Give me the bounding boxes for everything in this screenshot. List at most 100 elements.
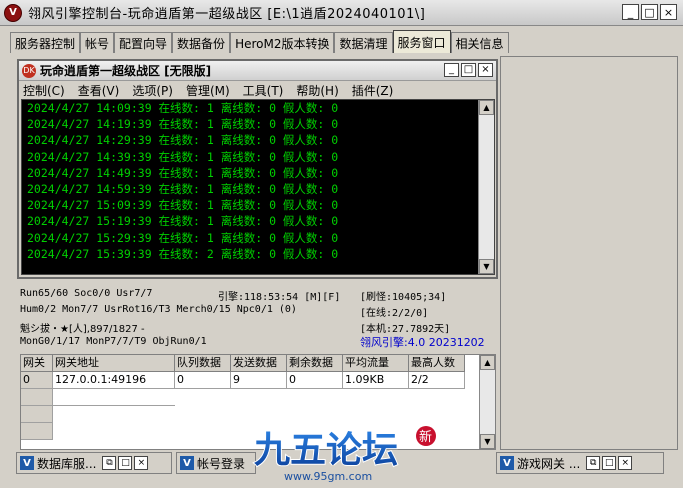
watermark-url: www.95gm.com <box>284 470 372 483</box>
status-mon: MonG0/1/17 MonP7/7/T9 ObjRun0/1 <box>20 336 207 347</box>
tab-config-wizard[interactable]: 配置向导 <box>114 32 173 53</box>
game-server-window: DK 玩命逍盾第一超级战区 [无限版] _ □ × 控制(C) 查看(V) 选项… <box>17 59 498 279</box>
right-panel <box>500 56 678 450</box>
game-server-title-bar: DK 玩命逍盾第一超级战区 [无限版] _ □ × <box>19 61 496 81</box>
watermark-title: 九五论坛 <box>254 430 398 471</box>
tab-herom2-convert[interactable]: HeroM2版本转换 <box>230 32 335 53</box>
status-refresh-monsters: [刷怪:10405;34] <box>360 292 447 303</box>
minimize-button[interactable]: _ <box>622 4 639 20</box>
log-line: 2024/4/27 14:39:39 在线数: 1 离线数: 0 假人数: 0 <box>27 149 339 164</box>
table-cell: 127.0.0.1:49196 <box>53 372 175 389</box>
column-header[interactable]: 发送数据 <box>231 355 287 372</box>
scroll-down-arrow-icon[interactable]: ▼ <box>480 434 495 449</box>
game-server-title: 玩命逍盾第一超级战区 [无限版] <box>40 64 212 78</box>
menu-help[interactable]: 帮助(H) <box>296 82 338 99</box>
table-cell <box>53 389 175 406</box>
table-cell <box>21 389 53 406</box>
docked-window-label: 帐号登录 <box>197 456 246 471</box>
log-line: 2024/4/27 14:49:39 在线数: 1 离线数: 0 假人数: 0 <box>27 165 339 180</box>
restore-button[interactable]: ⧉ <box>102 456 117 470</box>
table-cell: 0 <box>21 372 53 389</box>
docked-window-label: 游戏网关 ... <box>517 456 581 471</box>
tab-bar: 服务器控制 帐号 配置向导 数据备份 HeroM2版本转换 数据清理 服务窗口 … <box>10 30 509 53</box>
console-scrollbar[interactable]: ▲ ▼ <box>478 100 494 274</box>
table-cell: 0 <box>175 372 231 389</box>
app-logo-icon: V <box>4 3 22 22</box>
main-title-bar: V 翎风引擎控制台-玩命逍盾第一超级战区 [E:\1逍盾2024040101\]… <box>0 0 683 26</box>
maximize-button[interactable]: □ <box>118 456 133 470</box>
log-line: 2024/4/27 14:59:39 在线数: 1 离线数: 0 假人数: 0 <box>27 182 339 197</box>
status-run: Run65/60 Soc0/0 Usr7/7 <box>20 288 153 299</box>
v-logo-icon: V <box>20 456 34 470</box>
table-cell: 1.09KB <box>343 372 409 389</box>
inner-maximize-button[interactable]: □ <box>461 63 476 77</box>
menu-bar: 控制(C) 查看(V) 选项(P) 管理(M) 工具(T) 帮助(H) 插件(Z… <box>19 81 496 99</box>
engine-version: 翎风引擎:4.0 20231202 <box>360 336 485 349</box>
inner-window-controls: _ □ × <box>444 63 493 77</box>
inner-minimize-button[interactable]: _ <box>444 63 459 77</box>
menu-tools[interactable]: 工具(T) <box>243 82 284 99</box>
table-cell: 9 <box>231 372 287 389</box>
tab-data-backup[interactable]: 数据备份 <box>172 32 231 53</box>
docked-window-label: 数据库服... <box>37 456 97 471</box>
column-header[interactable]: 剩余数据 <box>287 355 343 372</box>
status-engine-uptime: 引擎:118:53:54 [M][F] <box>218 292 341 303</box>
log-console[interactable]: 2024/4/27 14:09:39 在线数: 1 离线数: 0 假人数: 0 … <box>21 99 495 275</box>
v-logo-icon: V <box>500 456 514 470</box>
window-title: 翎风引擎控制台-玩命逍盾第一超级战区 [E:\1逍盾2024040101\] <box>28 7 426 22</box>
column-header[interactable]: 最高人数 <box>409 355 465 372</box>
scroll-up-arrow-icon[interactable]: ▲ <box>479 100 494 115</box>
status-online: [在线:2/2/0] <box>360 308 429 319</box>
docked-login-window[interactable]: V 帐号登录 <box>176 452 256 474</box>
restore-button[interactable]: ⧉ <box>586 456 601 470</box>
column-header[interactable]: 网关 <box>21 355 53 372</box>
maximize-button[interactable]: □ <box>641 4 658 20</box>
docked-game-gate-window[interactable]: V 游戏网关 ... ⧉ □ × <box>496 452 664 474</box>
forum-watermark-logo: 九五论坛 www.95gm.com 新 <box>253 426 436 483</box>
log-line: 2024/4/27 14:29:39 在线数: 1 离线数: 0 假人数: 0 <box>27 133 339 148</box>
menu-plugins[interactable]: 插件(Z) <box>352 82 394 99</box>
tab-server-control[interactable]: 服务器控制 <box>10 32 81 53</box>
maximize-button[interactable]: □ <box>602 456 617 470</box>
status-player: 魁シ拔・★[人],897/1827 - <box>20 324 145 335</box>
server-status-panel: Run65/60 Soc0/0 Usr7/7 引擎:118:53:54 [M][… <box>20 286 490 352</box>
scroll-down-arrow-icon[interactable]: ▼ <box>479 259 494 274</box>
table-cell: 0 <box>287 372 343 389</box>
status-local-days: [本机:27.7892天] <box>360 324 451 335</box>
scroll-up-arrow-icon[interactable]: ▲ <box>480 355 495 370</box>
close-button[interactable]: × <box>660 4 677 20</box>
table-cell <box>21 423 53 440</box>
log-line: 2024/4/27 15:39:39 在线数: 2 离线数: 0 假人数: 0 <box>27 246 339 261</box>
dk-icon: DK <box>22 63 36 78</box>
v-logo-icon: V <box>180 456 194 470</box>
column-header[interactable]: 队列数据 <box>175 355 231 372</box>
docked-db-server-window[interactable]: V 数据库服... ⧉ □ × <box>16 452 172 474</box>
table-scrollbar[interactable]: ▲ ▼ <box>479 355 495 449</box>
table-header-row: 网关 网关地址 队列数据 发送数据 剩余数据 平均流量 最高人数 <box>21 355 495 372</box>
inner-close-button[interactable]: × <box>478 63 493 77</box>
log-line: 2024/4/27 14:09:39 在线数: 1 离线数: 0 假人数: 0 <box>27 101 339 115</box>
tab-account[interactable]: 帐号 <box>80 32 115 53</box>
status-hum: Hum0/2 Mon7/7 UsrRot16/T3 Merch0/15 Npc0… <box>20 304 297 315</box>
close-button[interactable]: × <box>134 456 149 470</box>
log-line: 2024/4/27 14:19:39 在线数: 1 离线数: 0 假人数: 0 <box>27 117 339 132</box>
menu-view[interactable]: 查看(V) <box>78 82 120 99</box>
log-line: 2024/4/27 15:19:39 在线数: 1 离线数: 0 假人数: 0 <box>27 214 339 229</box>
tab-data-cleanup[interactable]: 数据清理 <box>334 32 393 53</box>
log-line: 2024/4/27 15:09:39 在线数: 1 离线数: 0 假人数: 0 <box>27 198 339 213</box>
menu-control[interactable]: 控制(C) <box>23 82 65 99</box>
window-controls: _ □ × <box>622 4 677 20</box>
close-button[interactable]: × <box>618 456 633 470</box>
table-cell: 2/2 <box>409 372 465 389</box>
watermark-badge: 新 <box>419 429 432 445</box>
menu-options[interactable]: 选项(P) <box>132 82 173 99</box>
table-row <box>21 389 495 406</box>
menu-manage[interactable]: 管理(M) <box>186 82 230 99</box>
table-cell <box>21 406 53 423</box>
tab-related-info[interactable]: 相关信息 <box>450 32 509 53</box>
table-row[interactable]: 0 127.0.0.1:49196 0 9 0 1.09KB 2/2 <box>21 372 495 389</box>
column-header[interactable]: 网关地址 <box>53 355 175 372</box>
column-header[interactable]: 平均流量 <box>343 355 409 372</box>
tab-service-window[interactable]: 服务窗口 <box>392 30 451 53</box>
log-line: 2024/4/27 15:29:39 在线数: 1 离线数: 0 假人数: 0 <box>27 230 339 245</box>
